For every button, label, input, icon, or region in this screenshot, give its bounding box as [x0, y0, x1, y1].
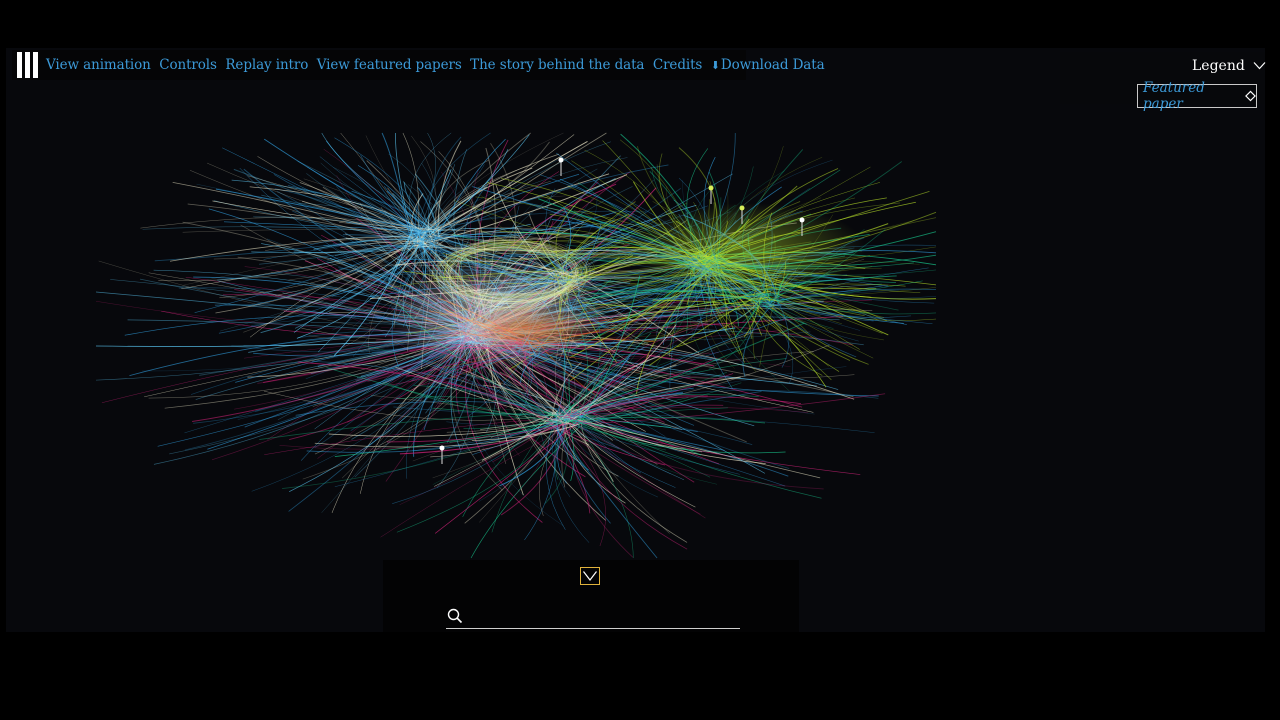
featured-paper-legend-item[interactable]: Featured paper	[1137, 80, 1257, 112]
download-data-link[interactable]: ⬇Download Data	[711, 57, 825, 73]
credits-link[interactable]: Credits	[653, 57, 702, 73]
featured-paper-pin-head	[799, 217, 805, 223]
replay-intro-link[interactable]: Replay intro	[225, 57, 308, 73]
search-bar	[446, 604, 740, 629]
chevron-down-icon	[1253, 61, 1266, 69]
legend-toggle[interactable]: Legend	[1192, 58, 1266, 74]
featured-paper-pin-head	[558, 157, 564, 163]
legend-label: Legend	[1192, 58, 1245, 74]
expand-panel-button[interactable]	[580, 567, 600, 585]
network-viewport[interactable]	[6, 48, 1265, 632]
search-input[interactable]	[468, 604, 740, 628]
featured-paper-pin-head	[708, 185, 714, 191]
story-behind-data-link[interactable]: The story behind the data	[470, 57, 644, 73]
search-icon	[447, 608, 463, 624]
featured-paper-label: Featured paper	[1143, 80, 1205, 112]
view-animation-link[interactable]: View animation	[46, 57, 151, 73]
menu-icon[interactable]	[17, 52, 38, 78]
top-navigation: View animation Controls Replay intro Vie…	[12, 50, 825, 80]
view-featured-papers-link[interactable]: View featured papers	[317, 57, 462, 73]
download-arrow-icon: ⬇	[710, 59, 720, 72]
controls-link[interactable]: Controls	[159, 57, 217, 73]
chevron-down-icon	[583, 571, 597, 581]
featured-paper-pin-head	[439, 445, 445, 451]
featured-paper-pin-head	[739, 205, 745, 211]
citation-network-visualization[interactable]	[6, 48, 1265, 632]
diamond-icon	[1245, 90, 1256, 102]
download-data-label: Download Data	[720, 57, 825, 73]
